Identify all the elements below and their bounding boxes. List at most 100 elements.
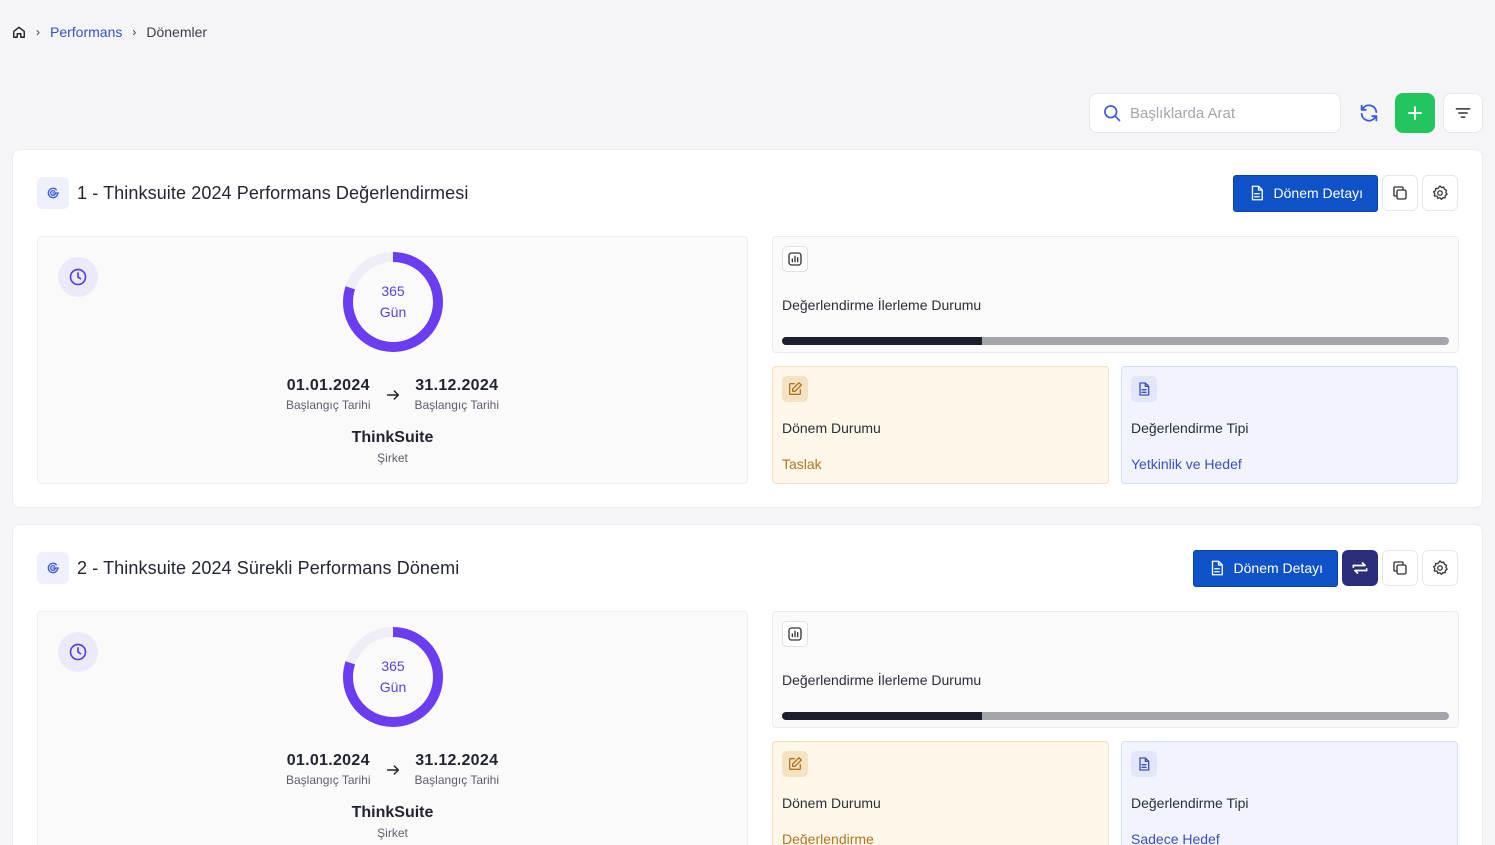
status-label: Dönem Durumu bbox=[782, 795, 881, 811]
company-block: ThinkSuite Şirket bbox=[38, 429, 747, 465]
refresh-button[interactable] bbox=[1351, 93, 1387, 133]
company-label: Şirket bbox=[377, 826, 408, 840]
period-detail-button[interactable]: Dönem Detayı bbox=[1192, 549, 1338, 587]
refresh-icon bbox=[1360, 104, 1378, 122]
days-ring-label: 365 Gün bbox=[342, 251, 444, 353]
period-icon bbox=[37, 177, 69, 209]
edit-icon bbox=[782, 376, 808, 402]
filter-button[interactable] bbox=[1443, 93, 1483, 133]
days-unit: Gün bbox=[379, 679, 407, 695]
period-detail-button[interactable]: Dönem Detayı bbox=[1232, 174, 1378, 212]
period-status-panel: Dönem Durumu Taslak bbox=[772, 366, 1109, 484]
document-icon bbox=[1211, 560, 1223, 576]
period-summary-panel: 365 Gün 01.01.2024 Başlangıç Tarihi 31.1… bbox=[37, 611, 748, 845]
days-count: 365 bbox=[381, 658, 405, 674]
company-block: ThinkSuite Şirket bbox=[38, 804, 747, 840]
days-count: 365 bbox=[381, 283, 405, 299]
evaluation-type-panel: Değerlendirme Tipi Sadece Hedef bbox=[1121, 741, 1458, 845]
switch-icon bbox=[1352, 562, 1368, 574]
plus-icon bbox=[1408, 106, 1422, 120]
copy-icon bbox=[1393, 561, 1407, 575]
start-date-value: 01.01.2024 bbox=[286, 752, 370, 769]
breadcrumb: › Performans › Dönemler bbox=[12, 22, 207, 42]
document-icon bbox=[1251, 185, 1263, 201]
toolbar bbox=[1089, 93, 1483, 133]
period-title: 2 - Thinksuite 2024 Sürekli Performans D… bbox=[77, 557, 460, 578]
end-date-label: Başlangıç Tarihi bbox=[414, 773, 500, 787]
date-range: 01.01.2024 Başlangıç Tarihi 31.12.2024 B… bbox=[38, 752, 747, 787]
add-period-button[interactable] bbox=[1395, 93, 1435, 133]
filter-icon bbox=[1455, 108, 1471, 118]
company-label: Şirket bbox=[377, 451, 408, 465]
progress-label: Değerlendirme İlerleme Durumu bbox=[782, 672, 982, 688]
arrow-right-icon bbox=[371, 752, 415, 778]
end-date: 31.12.2024 Başlangıç Tarihi bbox=[415, 377, 500, 412]
settings-button[interactable] bbox=[1422, 175, 1458, 211]
progress-label: Değerlendirme İlerleme Durumu bbox=[782, 297, 982, 313]
breadcrumb-current: Dönemler bbox=[146, 24, 208, 40]
company-name: ThinkSuite bbox=[351, 804, 434, 821]
period-card: 1 - Thinksuite 2024 Performans Değerlend… bbox=[12, 149, 1483, 508]
chevron-right-icon: › bbox=[132, 25, 137, 39]
progress-panel: Değerlendirme İlerleme Durumu bbox=[772, 236, 1459, 353]
copy-icon bbox=[1393, 186, 1407, 200]
breadcrumb-link-performans[interactable]: Performans bbox=[50, 24, 122, 40]
settings-icon bbox=[1432, 560, 1448, 576]
search-box bbox=[1089, 93, 1341, 133]
start-date: 01.01.2024 Başlangıç Tarihi bbox=[286, 377, 371, 412]
copy-button[interactable] bbox=[1382, 175, 1418, 211]
end-date-value: 31.12.2024 bbox=[415, 377, 499, 394]
edit-icon bbox=[782, 751, 808, 777]
progress-bar-fill bbox=[782, 337, 983, 345]
type-label: Değerlendirme Tipi bbox=[1131, 420, 1249, 436]
status-value: Değerlendirme bbox=[782, 831, 874, 845]
card-actions: Dönem Detayı bbox=[1232, 174, 1458, 212]
start-date: 01.01.2024 Başlangıç Tarihi bbox=[286, 752, 371, 787]
document-icon bbox=[1131, 751, 1157, 777]
end-date: 31.12.2024 Başlangıç Tarihi bbox=[415, 752, 500, 787]
progress-bar bbox=[782, 712, 1449, 720]
document-icon bbox=[1131, 376, 1157, 402]
period-icon bbox=[37, 552, 69, 584]
period-card: 2 - Thinksuite 2024 Sürekli Performans D… bbox=[12, 524, 1483, 845]
days-ring-label: 365 Gün bbox=[342, 626, 444, 728]
search-input[interactable] bbox=[1130, 104, 1329, 122]
period-status-panel: Dönem Durumu Değerlendirme bbox=[772, 741, 1109, 845]
copy-button[interactable] bbox=[1382, 550, 1418, 586]
start-date-value: 01.01.2024 bbox=[286, 377, 370, 394]
clock-icon bbox=[58, 257, 98, 297]
date-range: 01.01.2024 Başlangıç Tarihi 31.12.2024 B… bbox=[38, 377, 747, 412]
type-label: Değerlendirme Tipi bbox=[1131, 795, 1249, 811]
switch-button[interactable] bbox=[1342, 550, 1378, 586]
arrow-right-icon bbox=[371, 377, 415, 403]
period-detail-label: Dönem Detayı bbox=[1233, 560, 1323, 576]
progress-bar-fill bbox=[782, 712, 983, 720]
progress-bar bbox=[782, 337, 1449, 345]
type-value: Sadece Hedef bbox=[1131, 831, 1220, 845]
status-label: Dönem Durumu bbox=[782, 420, 881, 436]
start-date-label: Başlangıç Tarihi bbox=[286, 398, 371, 412]
card-header: 2 - Thinksuite 2024 Sürekli Performans D… bbox=[37, 549, 1458, 587]
period-detail-label: Dönem Detayı bbox=[1273, 185, 1363, 201]
period-summary-panel: 365 Gün 01.01.2024 Başlangıç Tarihi 31.1… bbox=[37, 236, 748, 484]
start-date-label: Başlangıç Tarihi bbox=[286, 773, 371, 787]
end-date-value: 31.12.2024 bbox=[415, 752, 499, 769]
chart-icon bbox=[782, 246, 808, 272]
chevron-right-icon: › bbox=[36, 25, 40, 39]
progress-panel: Değerlendirme İlerleme Durumu bbox=[772, 611, 1459, 728]
evaluation-type-panel: Değerlendirme Tipi Yetkinlik ve Hedef bbox=[1121, 366, 1458, 484]
settings-icon bbox=[1432, 185, 1448, 201]
settings-button[interactable] bbox=[1422, 550, 1458, 586]
clock-icon bbox=[58, 632, 98, 672]
chart-icon bbox=[782, 621, 808, 647]
card-header: 1 - Thinksuite 2024 Performans Değerlend… bbox=[37, 174, 1458, 212]
end-date-label: Başlangıç Tarihi bbox=[414, 398, 500, 412]
card-actions: Dönem Detayı bbox=[1192, 549, 1458, 587]
company-name: ThinkSuite bbox=[351, 429, 434, 446]
home-icon[interactable] bbox=[12, 25, 26, 39]
period-title: 1 - Thinksuite 2024 Performans Değerlend… bbox=[77, 182, 469, 203]
status-value: Taslak bbox=[782, 456, 822, 472]
type-value: Yetkinlik ve Hedef bbox=[1131, 456, 1242, 472]
days-unit: Gün bbox=[379, 304, 407, 320]
search-icon bbox=[1102, 103, 1122, 123]
